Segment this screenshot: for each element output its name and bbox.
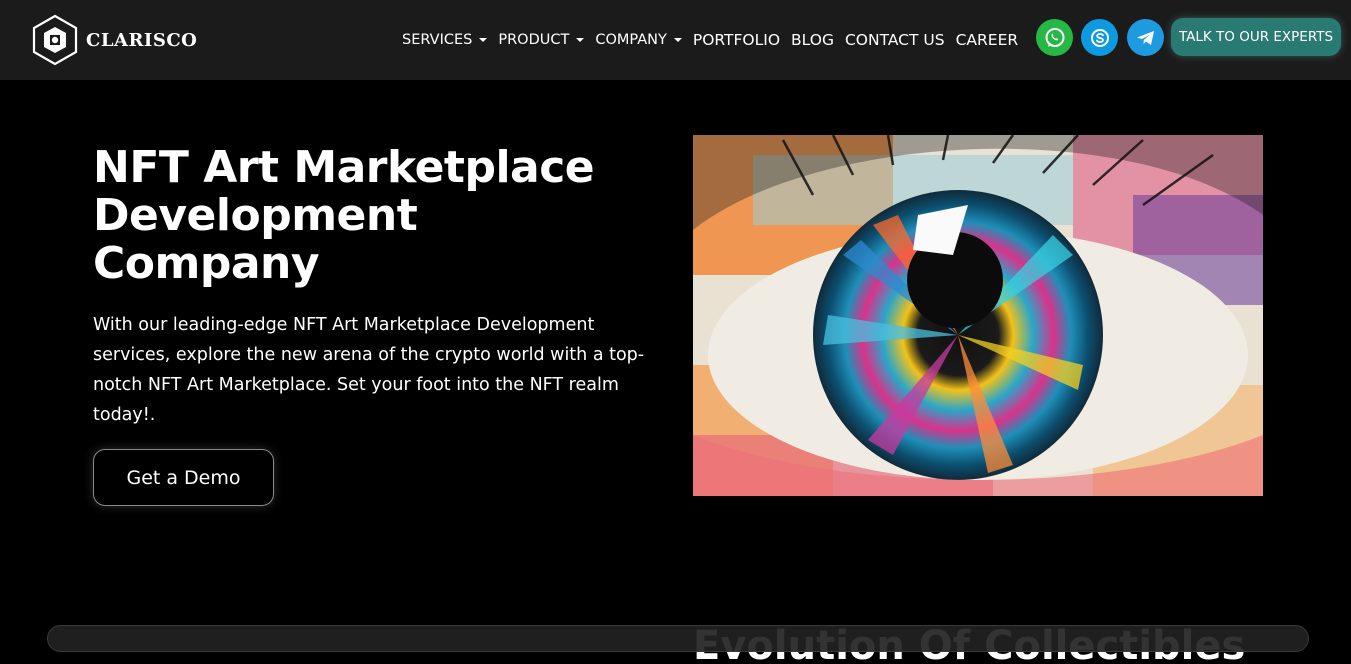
main-nav: SERVICES PRODUCT COMPANY PORTFOLIO BLOG … [402, 27, 1029, 53]
skype-icon [1090, 28, 1109, 47]
telegram-icon [1136, 30, 1154, 45]
nav-product-label: PRODUCT [498, 32, 570, 48]
floating-bar [47, 625, 1309, 652]
nav-company-label: COMPANY [595, 32, 667, 48]
logo-text: CLARISCO [86, 29, 198, 51]
hero-description: With our leading-edge NFT Art Marketplac… [93, 315, 645, 425]
talk-to-experts-button[interactable]: TALK TO OUR EXPERTS [1171, 18, 1341, 56]
hero-eye-artwork [693, 135, 1263, 496]
nav-services-label: SERVICES [402, 32, 473, 48]
nav-company[interactable]: COMPANY [595, 32, 682, 48]
get-demo-button[interactable]: Get a Demo [93, 449, 274, 506]
nav-product[interactable]: PRODUCT [498, 32, 585, 48]
page-title: NFT Art Marketplace Development Company [93, 142, 595, 289]
skype-button[interactable] [1081, 19, 1118, 56]
nav-contact-us[interactable]: CONTACT US [845, 31, 945, 49]
chevron-down-icon [576, 38, 585, 42]
nav-services[interactable]: SERVICES [402, 32, 488, 48]
logo[interactable]: CLARISCO [31, 14, 197, 66]
whatsapp-icon [1045, 27, 1064, 47]
nav-portfolio[interactable]: PORTFOLIO [693, 31, 780, 49]
chevron-down-icon [673, 38, 682, 42]
nav-career[interactable]: CAREER [956, 31, 1019, 49]
telegram-button[interactable] [1127, 19, 1164, 56]
eye-painting-image [693, 135, 1263, 496]
site-header: CLARISCO SERVICES PRODUCT COMPANY PORTFO… [0, 0, 1351, 80]
chevron-down-icon [479, 38, 488, 42]
whatsapp-button[interactable] [1036, 19, 1073, 56]
nav-blog[interactable]: BLOG [791, 31, 834, 49]
logo-hexagon-icon [32, 14, 78, 66]
